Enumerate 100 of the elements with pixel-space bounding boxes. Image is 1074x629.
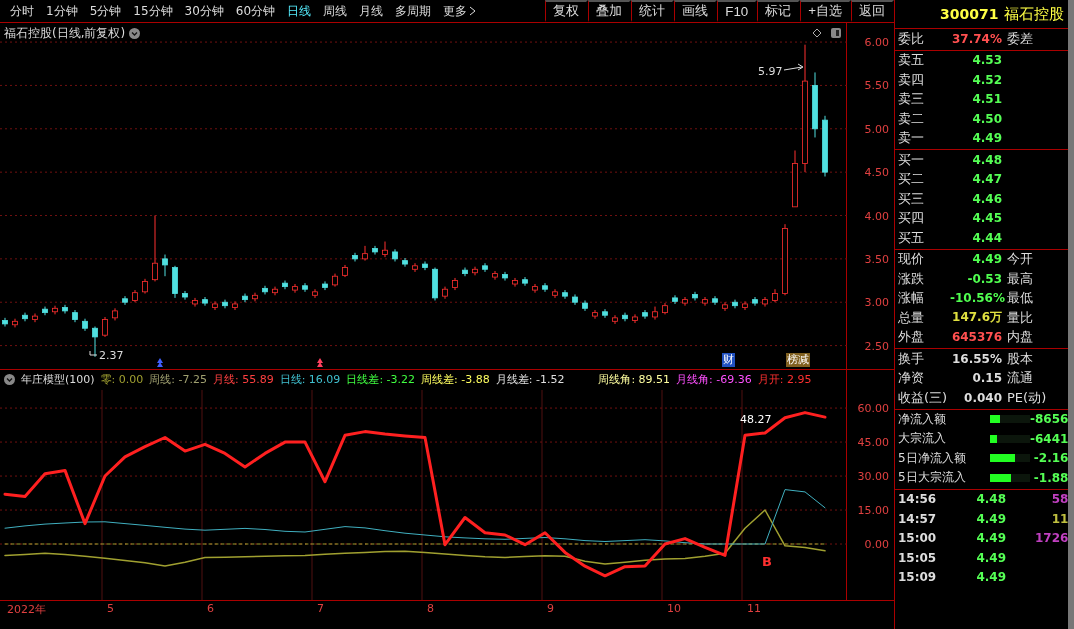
trade-time: 14:57 [898,511,938,526]
flow-label: 净流入额 [898,410,947,428]
candle [572,293,578,306]
period-tab[interactable]: 更多 [437,2,483,20]
diamond-icon[interactable] [812,28,822,38]
order-level-label: 买二 [898,170,925,189]
dropdown-icon[interactable] [129,28,141,39]
axis-tick-label: 4.00 [864,209,889,222]
marker-icon [157,358,163,367]
time-axis-label: 2022年 [7,602,46,617]
quote-label: 流通 [1006,369,1034,388]
candle [262,285,268,295]
period-tab[interactable]: 15分钟 [127,2,179,20]
list-tag: 榜减 [786,353,810,367]
candle [562,289,568,300]
candle [442,286,448,300]
period-tab[interactable]: 1分钟 [40,2,84,20]
legend-value: 零: 0.00 [100,372,144,387]
quote-label: 现价 [898,250,925,269]
candle [372,245,378,256]
order-price: 4.47 [971,172,1002,187]
quote-value: 645376 [950,330,1002,345]
period-tab[interactable]: 多周期 [389,2,438,20]
trade-volume: 1726 [1034,531,1069,546]
period-tab[interactable]: 60分钟 [229,2,282,20]
panel-toggle-icon[interactable] [831,28,841,38]
quote-label: 涨跌 [898,269,925,288]
order-price: 4.45 [971,211,1002,226]
flow-value: -1.88 [1032,470,1069,485]
candle [152,215,158,282]
signal-label: B [762,554,772,569]
quote-label: 内盘 [1006,328,1034,347]
legend-value: 周线: -7.25 [149,372,207,387]
period-tab[interactable]: 周线 [317,2,354,20]
candle [792,149,798,208]
trade-time: 15:09 [898,570,938,585]
toolbar-button[interactable]: 返回 [851,0,894,22]
quote-label: 涨幅 [898,289,925,308]
axis-tick-label: 5.50 [864,78,889,92]
quote-label: 委比 [898,29,925,48]
toolbar-button[interactable]: F10 [717,0,758,22]
candle [292,283,298,294]
toolbar-button[interactable]: 标记 [757,0,801,22]
quote-label: 委差 [1006,29,1034,48]
candle [692,291,698,301]
legend-value: 周线差: -3.88 [421,372,490,387]
trade-price: 4.48 [975,492,1006,507]
order-level-label: 买一 [898,150,925,169]
order-price: 4.50 [971,111,1002,126]
order-price: 4.46 [971,191,1002,206]
quote-label: 总量 [898,308,925,327]
flow-label: 大宗流入 [898,430,947,448]
candle [642,309,648,320]
candle [242,293,248,303]
candle [592,309,598,320]
toolbar-button[interactable]: 叠加 [588,0,632,22]
toolbar-button[interactable]: 画线 [674,0,718,22]
axis-tick-label: 6.00 [864,35,889,49]
candle [322,280,328,291]
candle [42,306,48,316]
candle [182,290,188,301]
candle [552,288,558,299]
axis-tick-label: 30.00 [857,469,889,483]
period-tab[interactable]: 日线 [281,2,318,20]
candle [232,300,238,311]
flow-value: -6441 [1030,431,1069,446]
candle [2,317,8,327]
candle [662,302,668,315]
candle [382,241,388,258]
quote-value: 0.040 [963,390,1002,405]
trade-price: 4.49 [975,531,1006,546]
toolbar-button[interactable]: 复权 [545,0,589,22]
time-axis-label: 7 [317,602,324,615]
candle [282,280,288,290]
candle [252,292,258,302]
period-tab[interactable]: 30分钟 [178,2,230,20]
toolbar-button[interactable]: 统计 [631,0,675,22]
toolbar-button[interactable]: +自选 [800,0,851,22]
period-tab[interactable]: 月线 [353,2,390,20]
chart-title: 福石控股(日线,前复权) [4,25,126,42]
candle [12,318,18,328]
candle [532,283,538,294]
dropdown-icon[interactable] [4,374,15,385]
quote-label: 股本 [1006,349,1034,368]
order-level-label: 买四 [898,209,925,228]
quote-value: 147.6万 [951,309,1002,327]
finance-tag: 财 [722,353,735,367]
quote-label: 今开 [1006,250,1034,269]
candle [632,313,638,324]
candle [582,300,588,312]
candle [302,282,308,293]
legend-value: 日线差: -3.22 [346,372,416,387]
trade-volume: 58 [1050,492,1069,507]
period-tab[interactable]: 分时 [4,2,40,20]
stock-name: 福石控股 [1004,4,1065,24]
order-price: 4.48 [971,152,1002,167]
axis-tick-label: 3.00 [864,295,889,309]
period-tab[interactable]: 5分钟 [83,2,128,20]
quote-label: 最高 [1006,269,1034,288]
axis-tick-label: 4.50 [864,165,889,179]
